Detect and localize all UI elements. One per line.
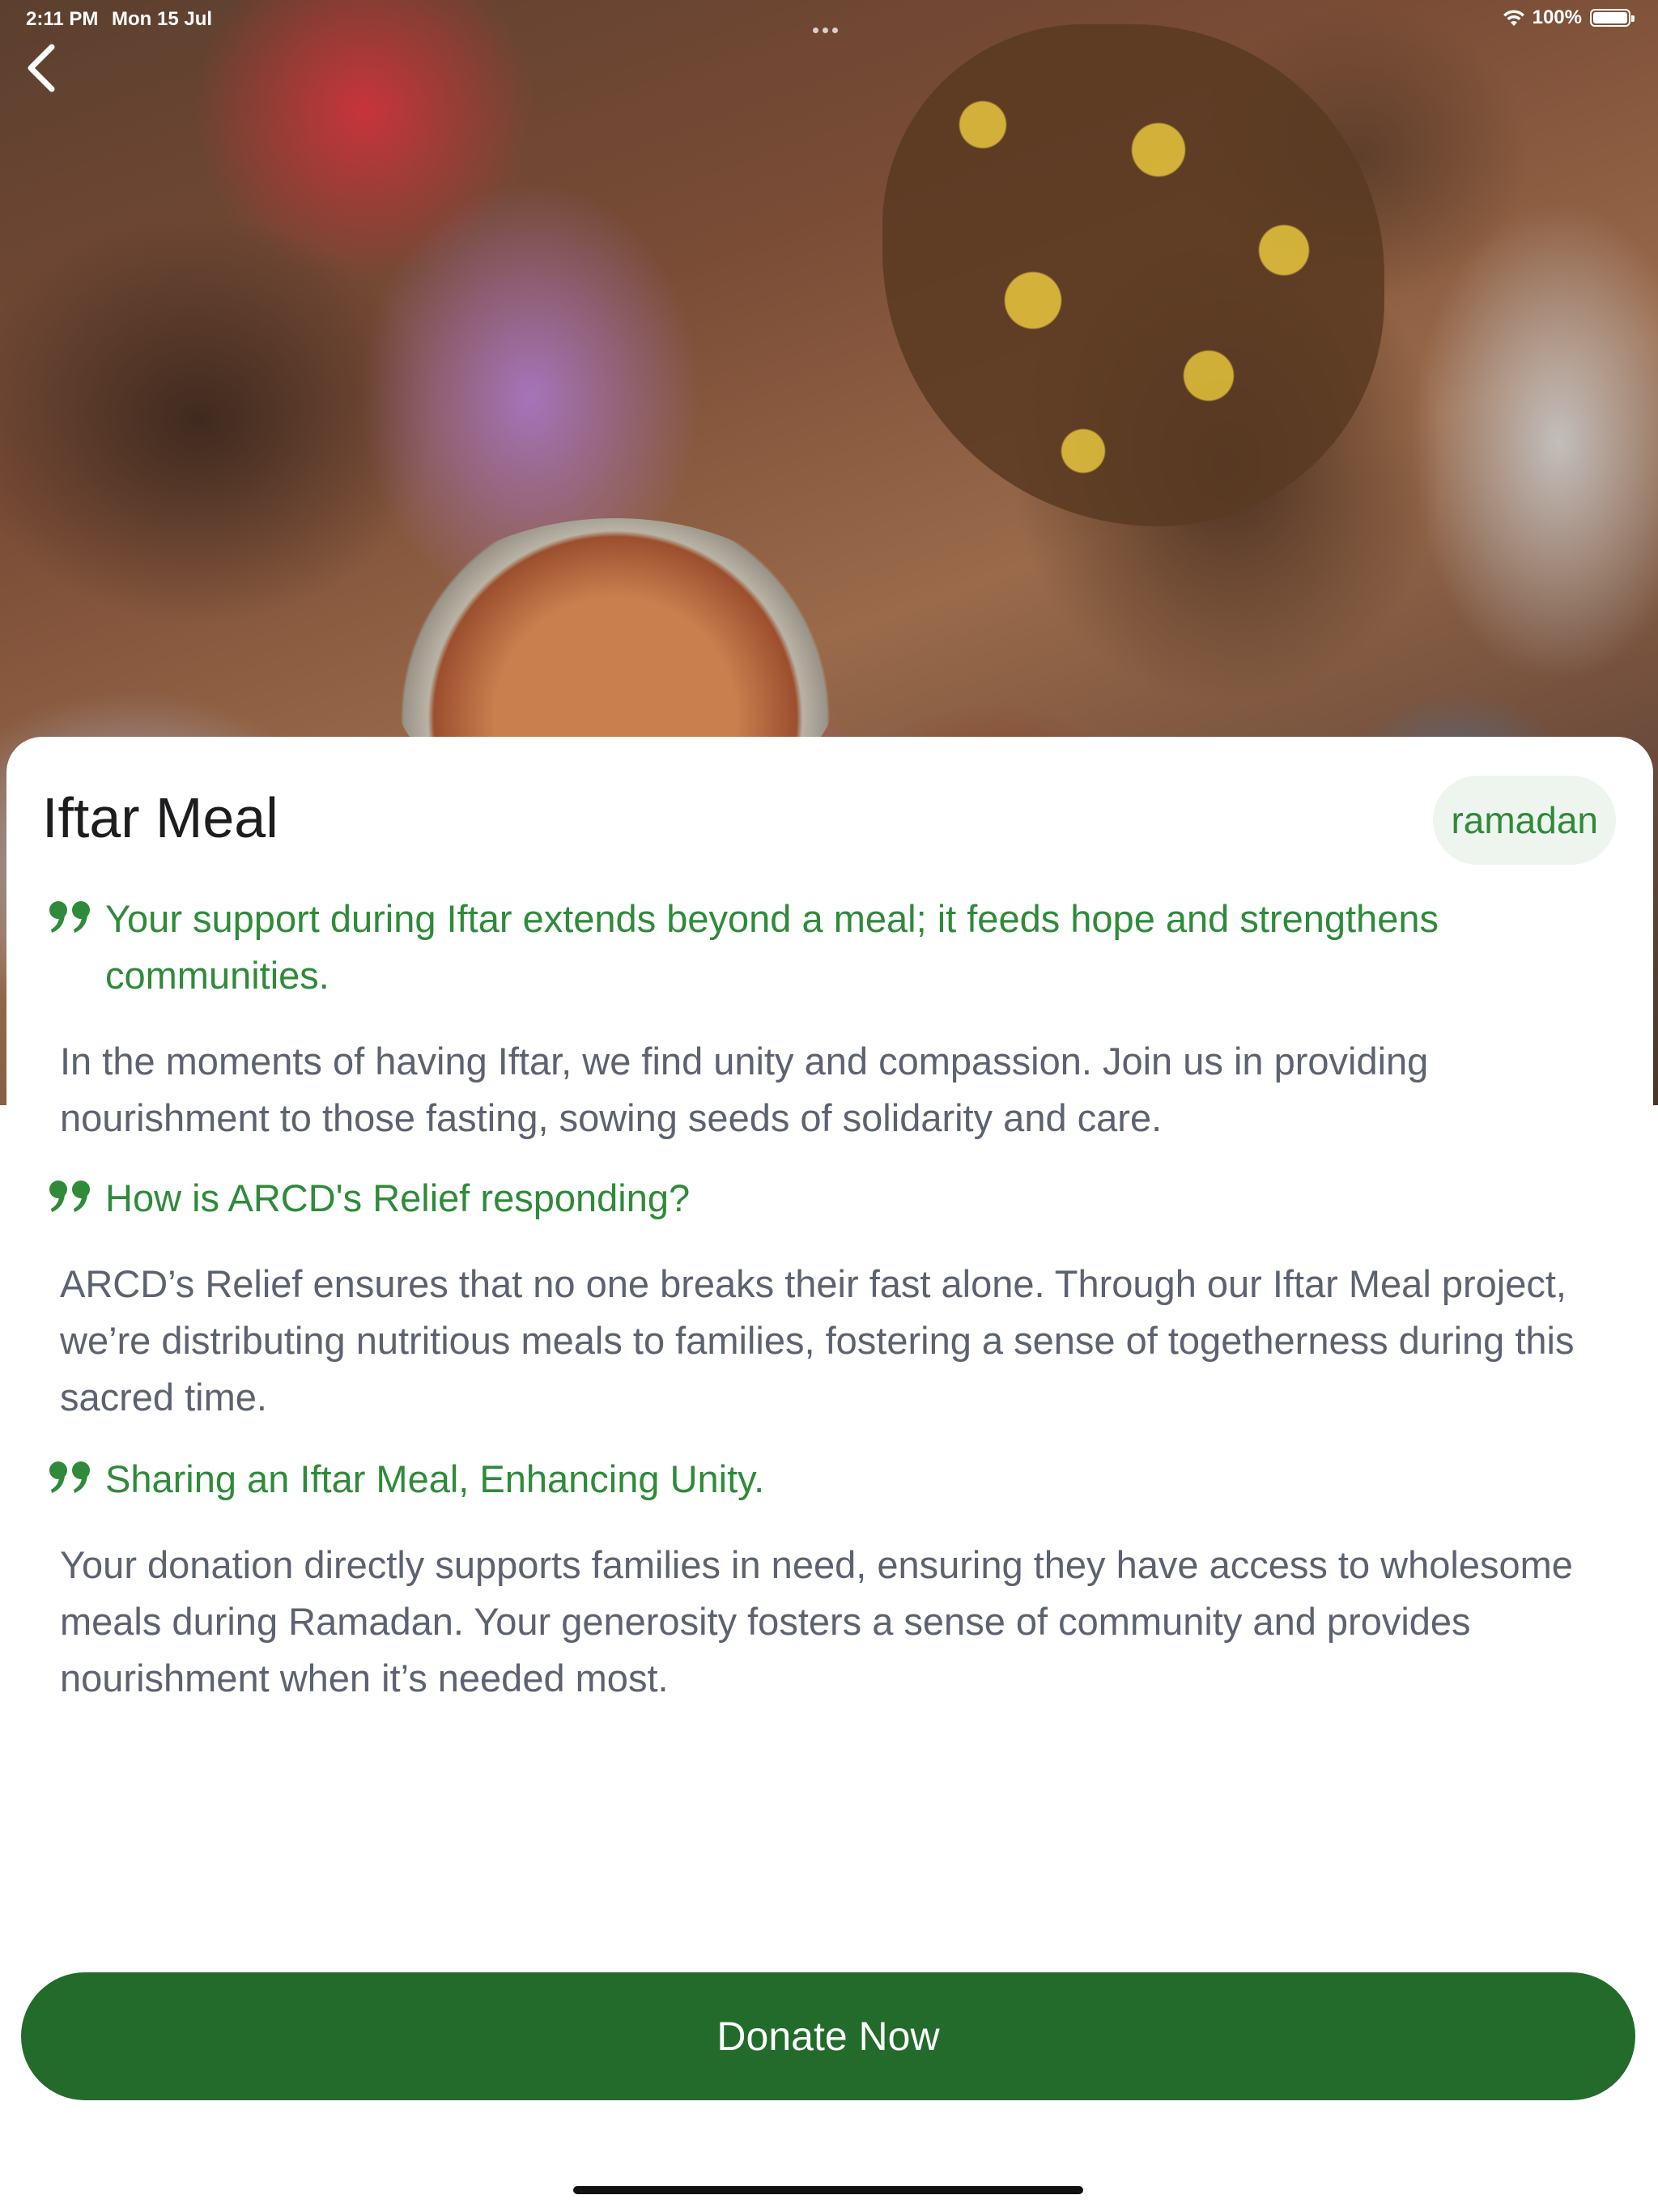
status-time: 2:11 PM [26,8,99,30]
section-quote: Your support during Iftar extends beyond… [105,897,1439,997]
section-quote: How is ARCD's Relief responding? [105,1176,691,1219]
section-quote: Sharing an Iftar Meal, Enhancing Unity. [105,1457,765,1500]
section-body: ARCD’s Relief ensures that no one breaks… [60,1262,1575,1419]
status-bar: 2:11 PM Mon 15 Jul 100% [0,0,1658,39]
section-body: Your donation directly supports families… [60,1543,1573,1699]
quote-row: Your support during Iftar extends beyond… [49,891,1619,1004]
quote-icon [49,901,90,933]
battery-percentage: 100% [1532,6,1582,28]
home-indicator[interactable] [573,2186,1083,2194]
status-indicators: 100% [1502,6,1635,29]
hero-photo-fabric [882,24,1384,526]
quote-icon [49,1180,90,1212]
quote-row: Sharing an Iftar Meal, Enhancing Unity. [49,1451,1619,1508]
battery-icon [1590,9,1635,27]
category-tag: ramadan [1433,776,1616,865]
chevron-left-icon [28,44,55,92]
section-body: In the moments of having Iftar, we find … [60,1040,1429,1139]
donate-now-button[interactable]: Donate Now [21,1972,1635,2100]
status-date: Mon 15 Jul [112,8,213,30]
quote-icon [49,1461,90,1493]
content-section-3: Sharing an Iftar Meal, Enhancing Unity. … [49,1451,1619,1707]
back-button[interactable] [11,36,70,100]
campaign-detail-screen: 2:11 PM Mon 15 Jul 100% Iftar Meal ramad… [0,0,1658,2212]
quote-row: How is ARCD's Relief responding? [49,1170,1619,1227]
content-section-1: Your support during Iftar extends beyond… [49,891,1619,1146]
page-title: Iftar Meal [42,786,278,849]
content-section-2: How is ARCD's Relief responding? ARCD’s … [49,1170,1619,1426]
wifi-icon [1503,10,1524,26]
multitasking-dots-icon[interactable] [813,16,845,33]
